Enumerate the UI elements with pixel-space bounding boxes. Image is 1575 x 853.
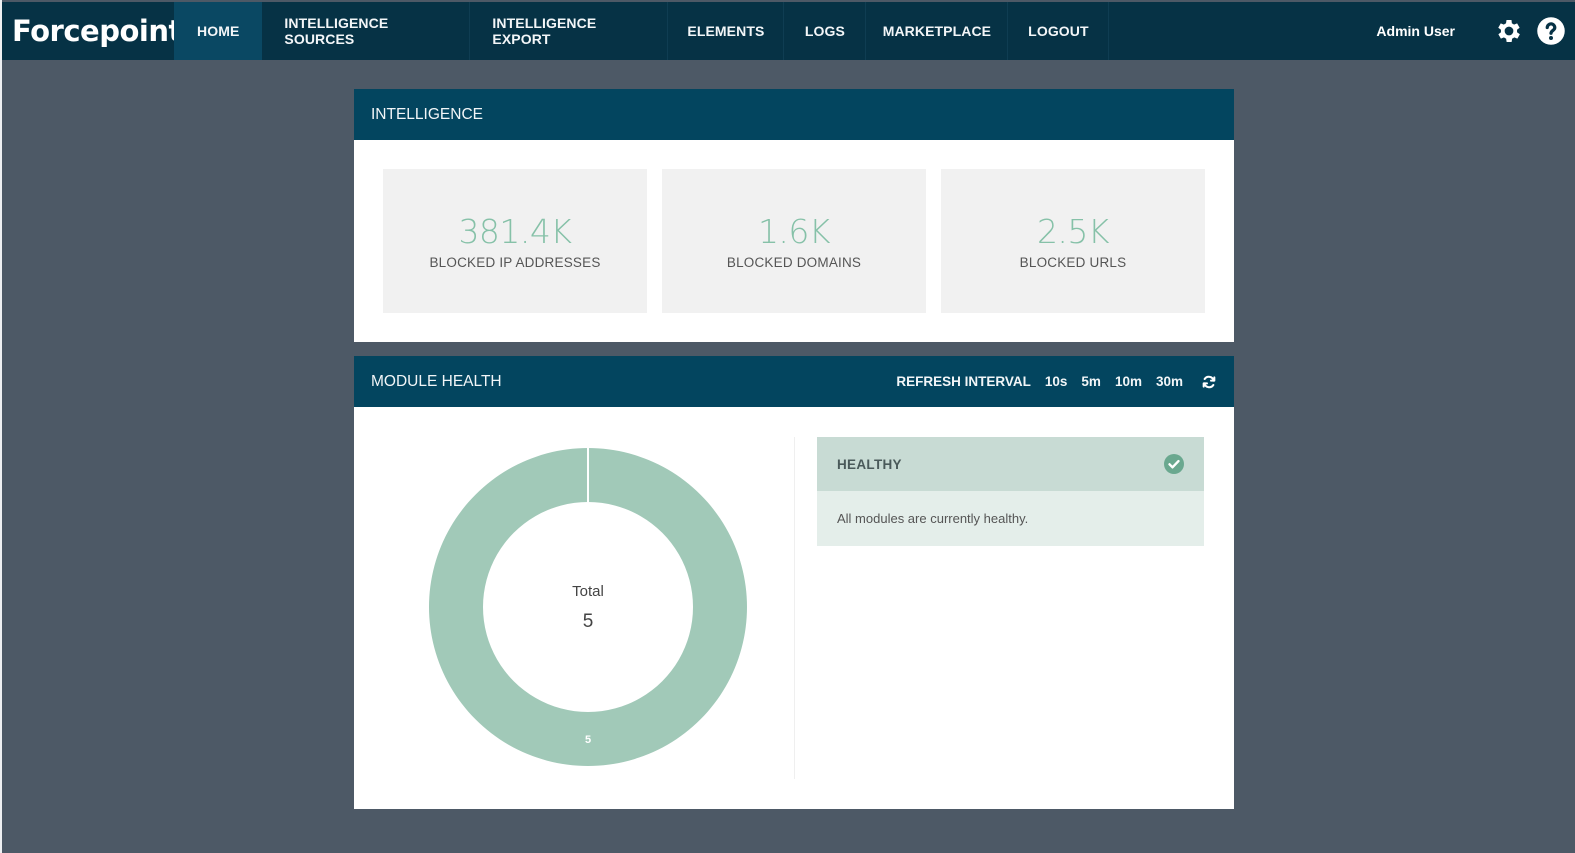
module-health-panel-header: MODULE HEALTH REFRESH INTERVAL 10s 5m 10… — [354, 356, 1234, 407]
health-status-header[interactable]: HEALTHY — [817, 437, 1204, 491]
nav-home-label: HOME — [197, 23, 240, 39]
vertical-divider — [794, 437, 795, 779]
refresh-interval-group: REFRESH INTERVAL 10s 5m 10m 30m — [896, 374, 1217, 390]
forcepoint-logo[interactable]: Forcepoint — [2, 2, 182, 60]
nav-logs[interactable]: LOGS — [784, 2, 867, 60]
nav-logout-label: LOGOUT — [1028, 23, 1089, 39]
health-status-title: HEALTHY — [837, 456, 902, 472]
donut-data-label: 5 — [585, 734, 591, 746]
settings-button[interactable] — [1493, 15, 1525, 47]
stat-label: BLOCKED IP ADDRESSES — [429, 254, 601, 270]
donut-svg: 5 — [428, 448, 747, 766]
module-health-panel: MODULE HEALTH REFRESH INTERVAL 10s 5m 10… — [354, 356, 1234, 809]
stat-label: BLOCKED URLS — [1019, 254, 1127, 270]
stat-blocked-urls[interactable]: 2.5K BLOCKED URLS — [941, 169, 1205, 313]
nav-intelligence-sources-label: INTELLIGENCE SOURCES — [284, 15, 389, 47]
interval-10s[interactable]: 10s — [1045, 374, 1068, 389]
nav-intelligence-export-label: INTELLIGENCE EXPORT — [492, 15, 597, 47]
top-navigation-bar: Forcepoint HOME INTELLIGENCE SOURCES INT… — [2, 2, 1575, 60]
refresh-button[interactable] — [1201, 374, 1217, 390]
stat-blocked-domains[interactable]: 1.6K BLOCKED DOMAINS — [662, 169, 926, 313]
check-circle-icon — [1164, 454, 1184, 474]
stat-row: 381.4K BLOCKED IP ADDRESSES 1.6K BLOCKED… — [354, 140, 1234, 342]
logo-text: Forcepoint — [12, 14, 182, 48]
stat-blocked-ip-addresses[interactable]: 381.4K BLOCKED IP ADDRESSES — [383, 169, 647, 313]
nav-intelligence-sources[interactable]: INTELLIGENCE SOURCES — [262, 2, 471, 60]
health-status-message: All modules are currently healthy. — [837, 511, 1029, 526]
help-icon — [1537, 17, 1565, 45]
module-health-body: 5 Total 5 HEALTHY All modules are curren… — [354, 407, 1234, 809]
nav-elements[interactable]: ELEMENTS — [668, 2, 785, 60]
health-status-card: HEALTHY All modules are currently health… — [817, 437, 1204, 546]
nav-elements-label: ELEMENTS — [687, 23, 765, 39]
interval-10m[interactable]: 10m — [1115, 374, 1142, 389]
stat-value: 381.4K — [458, 211, 572, 251]
nav-logs-label: LOGS — [804, 23, 845, 39]
interval-5m[interactable]: 5m — [1081, 374, 1101, 389]
main-nav: HOME INTELLIGENCE SOURCES INTELLIGENCE E… — [174, 2, 1110, 60]
user-name[interactable]: Admin User — [1376, 23, 1455, 39]
nav-marketplace[interactable]: MARKETPLACE — [866, 2, 1009, 60]
health-status-message-row: All modules are currently healthy. — [817, 491, 1204, 546]
stat-label: BLOCKED DOMAINS — [726, 254, 862, 270]
refresh-icon — [1202, 375, 1216, 388]
gear-icon — [1498, 20, 1520, 42]
intelligence-title: INTELLIGENCE — [371, 105, 483, 123]
interval-30m[interactable]: 30m — [1156, 374, 1183, 389]
intelligence-panel: INTELLIGENCE 381.4K BLOCKED IP ADDRESSES… — [354, 89, 1234, 342]
nav-home[interactable]: HOME — [174, 2, 263, 60]
module-donut-chart: 5 Total 5 — [428, 447, 748, 767]
nav-marketplace-label: MARKETPLACE — [882, 23, 992, 39]
donut-total-label: Total — [572, 583, 604, 600]
refresh-interval-label: REFRESH INTERVAL — [896, 374, 1031, 389]
stat-value: 2.5K — [1036, 211, 1110, 251]
help-button[interactable] — [1535, 15, 1567, 47]
nav-logout[interactable]: LOGOUT — [1008, 2, 1110, 60]
user-area: Admin User — [1376, 2, 1575, 60]
donut-total-value: 5 — [582, 611, 594, 632]
nav-intelligence-export[interactable]: INTELLIGENCE EXPORT — [470, 2, 669, 60]
intelligence-panel-header: INTELLIGENCE — [354, 89, 1234, 140]
module-health-title: MODULE HEALTH — [371, 372, 502, 390]
stat-value: 1.6K — [757, 211, 831, 251]
